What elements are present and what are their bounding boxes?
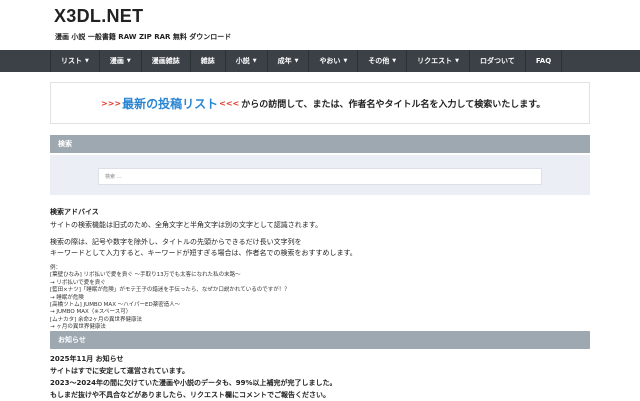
main-nav: リスト ▼ 漫画 ▼ 漫画雑誌 雑誌 小説 ▼ 成年 ▼ やおい ▼ その他 ▼ リクエスト… <box>0 50 640 72</box>
nav-item-request[interactable]: リクエスト ▼ <box>407 50 471 72</box>
nav-item-label: 雑誌 <box>200 57 215 65</box>
news-content: 2025年11月 お知らせ サイトはすでに安定して運営されています。 2023〜… <box>50 353 590 401</box>
banner-arrows-right: <<< <box>219 98 240 108</box>
search-section-title: 検索 <box>50 135 590 153</box>
nav-item-label: 成年 <box>277 57 292 65</box>
latest-posts-banner: >>> 最新の投稿リスト <<< からの訪問して、または、作者名やタイトル名を入… <box>50 82 590 124</box>
nav-item-novel[interactable]: 小説 ▼ <box>226 50 268 72</box>
advice-line: キーワードとして入力すると、キーワードが短すぎる場合は、作者名での検索をおすすめ… <box>50 249 357 257</box>
site-description: 漫画 小説 一般書籍 RAW ZIP RAR 無料 ダウンロード <box>55 33 232 41</box>
search-panel <box>50 155 590 195</box>
latest-posts-link[interactable]: 最新の投稿リスト <box>122 95 218 112</box>
nav-item-manga[interactable]: 漫画 ▼ <box>100 50 142 72</box>
nav-item-faq[interactable]: FAQ <box>526 50 563 72</box>
advice-line: サイトの検索機能は旧式のため、全角文字と半角文字は別の文字として認識されます。 <box>50 221 323 229</box>
nav-item-manga-magazine[interactable]: 漫画雑誌 <box>142 50 191 72</box>
advice-examples: 例： [葉壁ひなみ] リボ払いで愛を貢ぐ ～手取り13万でも太客になれた私の末路… <box>50 265 590 332</box>
nav-item-label: 小説 <box>235 57 250 65</box>
example-line: [高橋ツトム] JUMBO MAX ～ハイパーED薬密造人～ <box>50 302 181 309</box>
nav-item-yaoi[interactable]: やおい ▼ <box>309 50 359 72</box>
chevron-down-icon: ▼ <box>392 58 397 64</box>
nav-item-label: リスト <box>61 57 82 65</box>
nav-item-label: 漫画雑誌 <box>151 57 180 65</box>
example-line: → 睡眠が危険 <box>50 294 84 301</box>
banner-text: からの訪問して、または、作者名やタイトル名を入力して検索いたします。 <box>241 99 546 110</box>
chevron-down-icon: ▼ <box>343 58 348 64</box>
news-line: もしまだ抜けや不具合などがありましたら、リクエスト欄にコメントでご報告ください。 <box>50 391 330 399</box>
example-line: [藍田×ナツ]「睡眠が危険」がモテ王子の錯迷を手伝ったら、なぜか口説かれているの… <box>50 287 290 294</box>
chevron-down-icon: ▼ <box>455 58 460 64</box>
chevron-down-icon: ▼ <box>85 58 89 64</box>
example-line: → JUMBO MAX（※スペース可） <box>50 309 132 316</box>
nav-item-magazine[interactable]: 雑誌 <box>191 50 226 72</box>
advice-line: 検索の際は、記号や数字を除外し、タイトルの先頭からできるだけ長い文字列を <box>50 238 302 246</box>
chevron-down-icon: ▼ <box>252 58 257 64</box>
site-title-link[interactable]: X3DL.NET <box>54 6 143 27</box>
nav-item-uploader-info[interactable]: ロダついて <box>470 50 526 72</box>
nav-item-other[interactable]: その他 ▼ <box>358 50 408 72</box>
nav-item-list[interactable]: リスト ▼ <box>50 50 100 72</box>
chevron-down-icon: ▼ <box>126 58 131 64</box>
example-line: [葉壁ひなみ] リボ払いで愛を貢ぐ ～手取り13万でも太客になれた私の末路～ <box>50 272 241 279</box>
advice-heading: 検索アドバイス <box>50 208 99 216</box>
chevron-down-icon: ▼ <box>294 58 299 64</box>
search-advice: 検索アドバイス サイトの検索機能は旧式のため、全角文字と半角文字は別の文字として… <box>50 207 590 332</box>
nav-item-label: リクエスト <box>417 57 453 65</box>
banner-arrows-left: >>> <box>101 98 122 108</box>
nav-item-label: その他 <box>368 57 390 65</box>
search-input[interactable] <box>98 168 542 185</box>
news-line: 2023〜2024年の間に欠けていた漫画や小説のデータも、99%以上補完が完了し… <box>50 379 337 387</box>
news-line: サイトはすでに安定して運営されています。 <box>50 367 189 375</box>
nav-item-label: やおい <box>319 57 341 65</box>
site-header: X3DL.NET 漫画 小説 一般書籍 RAW ZIP RAR 無料 ダウンロー… <box>0 0 640 50</box>
news-line: 2025年11月 お知らせ <box>50 355 124 363</box>
example-line: [ムナカタ] 余命2ヶ月の異世界健康法 <box>50 316 143 323</box>
nav-item-label: FAQ <box>535 57 552 65</box>
nav-item-label: ロダついて <box>480 57 515 65</box>
nav-item-adult[interactable]: 成年 ▼ <box>268 50 310 72</box>
news-section-title: お知らせ <box>50 331 590 349</box>
nav-item-label: 漫画 <box>109 57 124 65</box>
